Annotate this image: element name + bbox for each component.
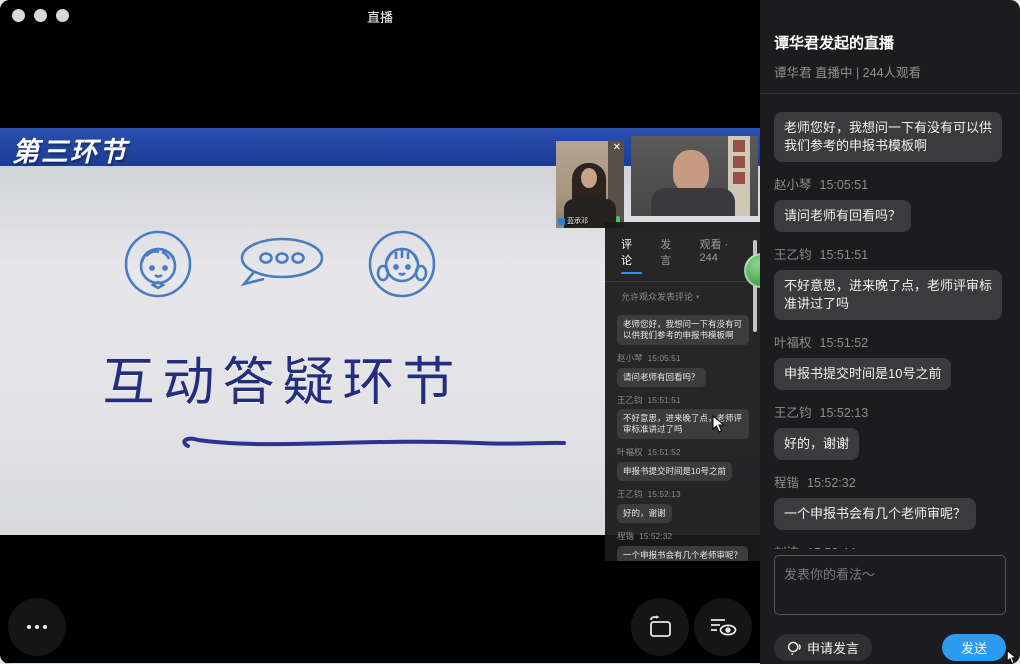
- camera-thumbnail-host[interactable]: ✕ 蓝承邓: [556, 141, 624, 228]
- chevron-down-icon: ▾: [696, 293, 700, 301]
- list-item: 赵小琴15:05:51 请问老师有回看吗？: [617, 352, 750, 387]
- live-chat-sidebar: 谭华君发起的直播 谭华君 直播中 | 244人观看 老师您好，我想问一下有没有可…: [760, 0, 1020, 664]
- speech-bubble-icon: [234, 233, 326, 300]
- chat-message: 刘涛15:53:44 项目查重是需要在知网上查重的吗？: [774, 542, 1006, 549]
- live-stream-window: 直播 第三环节: [0, 0, 1020, 664]
- chat-message: 老师您好，我想问一下有没有可以供我们参考的申报书模板啊: [774, 112, 1006, 162]
- hand-drawn-underline: [178, 433, 570, 455]
- girl-avatar-icon: [366, 228, 438, 305]
- comment-composer: [774, 555, 1006, 620]
- comments-visibility-icon: [709, 616, 737, 638]
- tab-comments[interactable]: 评论: [621, 236, 642, 268]
- secondary-cursor: [1006, 650, 1018, 664]
- thumbnail-name-label: 蓝承邓: [558, 216, 588, 226]
- embedded-message-list: 老师您好，我想问一下有没有可以供我们参考的申报书模板啊 赵小琴15:05:51 …: [605, 305, 760, 561]
- chat-message: 赵小琴15:05:51 请问老师有回看吗？: [774, 174, 1006, 232]
- list-item: 叶福权15:51:52 申报书提交时间是10号之前: [617, 446, 750, 481]
- video-area: 直播 第三环节: [0, 0, 760, 664]
- camera-thumbnail-speaker[interactable]: [631, 136, 758, 216]
- rotate-screen-button[interactable]: [631, 598, 689, 656]
- divider: [760, 93, 1020, 94]
- speak-head-icon: [787, 640, 802, 655]
- allow-comments-toggle[interactable]: 允许观众发表评论▾: [605, 282, 760, 305]
- rotate-icon: [647, 615, 673, 639]
- slide-section-header: 第三环节: [12, 130, 128, 169]
- chat-message: 程锴15:52:32 一个申报书会有几个老师审呢？: [774, 472, 1006, 530]
- presenter-badge-icon: [558, 218, 565, 225]
- chat-message: 王乙钧15:52:13 好的，谢谢: [774, 402, 1006, 460]
- stream-title: 谭华君发起的直播: [774, 0, 1006, 53]
- ellipsis-icon: [27, 625, 47, 629]
- chat-message-list: 老师您好，我想问一下有没有可以供我们参考的申报书模板啊 赵小琴15:05:51 …: [774, 104, 1006, 549]
- window-title: 直播: [0, 7, 760, 26]
- list-item: 王乙钧15:52:13 好的，谢谢: [617, 488, 750, 523]
- embedded-chat-tabs: 评论 发言 观看 · 244: [605, 222, 760, 274]
- tab-viewers[interactable]: 观看 · 244: [700, 236, 748, 268]
- list-item: 程锴15:52:32 一个申报书会有几个老师审呢？: [617, 530, 750, 561]
- toggle-comments-button[interactable]: [694, 598, 752, 656]
- embedded-chat-panel: 评论 发言 观看 · 244 允许观众发表评论▾ 老师您好，我想问一下有没有可以…: [605, 222, 760, 561]
- mouse-cursor: [712, 415, 726, 433]
- request-speak-button[interactable]: 申请发言: [774, 634, 872, 661]
- more-options-button[interactable]: [8, 598, 66, 656]
- tab-speech[interactable]: 发言: [660, 236, 681, 268]
- comment-input[interactable]: [774, 555, 1006, 615]
- stream-status: 谭华君 直播中 | 244人观看: [774, 62, 1006, 81]
- chat-message: 王乙钧15:51:51 不好意思，进来晚了点，老师评审标准讲过了吗: [774, 244, 1006, 320]
- list-item: 王乙钧15:51:51 不好意思，进来晚了点，老师评审标准讲过了吗: [617, 394, 750, 439]
- send-button[interactable]: 发送: [942, 634, 1006, 661]
- slide-main-title: 互动答疑环节: [0, 340, 565, 415]
- list-item: 老师您好，我想问一下有没有可以供我们参考的申报书模板啊: [617, 315, 750, 345]
- chat-message: 叶福权15:51:52 申报书提交时间是10号之前: [774, 332, 1006, 390]
- close-thumbnail-icon[interactable]: ✕: [613, 142, 621, 154]
- boy-avatar-icon: [122, 228, 194, 305]
- slide-icons-row: [0, 228, 560, 305]
